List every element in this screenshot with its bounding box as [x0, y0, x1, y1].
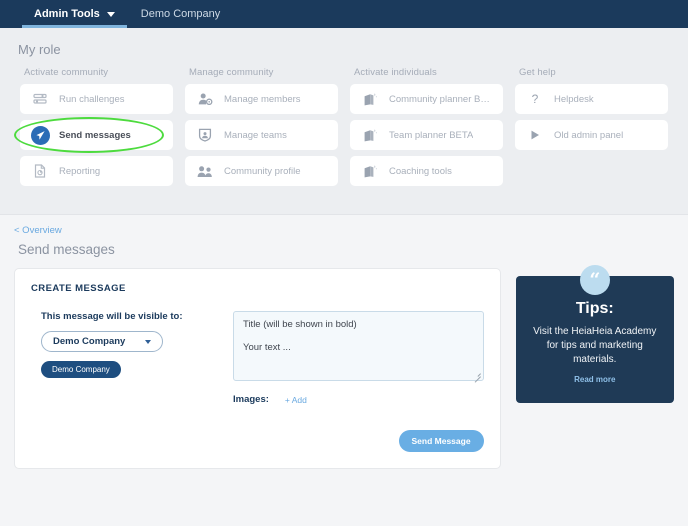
add-image-link[interactable]: + Add — [285, 395, 307, 405]
tile-label: Reporting — [59, 165, 101, 177]
send-message-icon — [30, 125, 50, 145]
tile-coaching-tools[interactable]: Coaching tools — [350, 156, 503, 186]
visible-to-label: This message will be visible to: — [41, 311, 183, 322]
role-column-activate-community: Activate community Run challenges Send m… — [14, 67, 179, 192]
my-role-panel: My role Activate community Run challenge… — [0, 28, 688, 215]
tile-community-planner[interactable]: Community planner BETA — [350, 84, 503, 114]
audience-section: This message will be visible to: Demo Co… — [31, 311, 211, 452]
tips-body-text: Visit the HeiaHeia Academy for tips and … — [533, 326, 657, 365]
chevron-down-icon — [145, 339, 151, 344]
tile-run-challenges[interactable]: Run challenges — [20, 84, 173, 114]
audience-dropdown-value: Demo Company — [53, 336, 126, 347]
role-columns-grid: Activate community Run challenges Send m… — [0, 67, 688, 192]
column-heading: Activate community — [24, 67, 109, 78]
tile-team-planner[interactable]: Team planner BETA — [350, 120, 503, 150]
images-label: Images: — [233, 394, 269, 405]
role-column-get-help: Get help ? Helpdesk Old admin panel — [509, 67, 674, 192]
tips-title: Tips: — [575, 300, 614, 317]
audience-chip-demo-company[interactable]: Demo Company — [41, 361, 121, 378]
role-column-manage-community: Manage community Manage members Manage t… — [179, 67, 344, 192]
tile-helpdesk[interactable]: ? Helpdesk — [515, 84, 668, 114]
audience-dropdown[interactable]: Demo Company — [41, 331, 163, 352]
create-message-heading: CREATE MESSAGE — [31, 283, 126, 294]
chevron-down-icon — [106, 11, 115, 17]
send-button-row: Send Message — [233, 430, 484, 452]
tile-label: Manage members — [224, 93, 301, 105]
svg-text:?: ? — [532, 92, 539, 106]
column-heading: Get help — [519, 67, 556, 78]
send-message-button[interactable]: Send Message — [398, 430, 484, 452]
two-people-icon — [195, 161, 215, 181]
create-message-body: This message will be visible to: Demo Co… — [31, 311, 484, 452]
top-navigation-bar: Admin Tools Demo Company — [0, 0, 688, 28]
planner-sparkle-icon — [360, 161, 380, 181]
textarea-resize-handle[interactable] — [473, 370, 481, 383]
my-role-title: My role — [18, 42, 61, 57]
planner-sparkle-icon — [360, 125, 380, 145]
tile-label: Coaching tools — [389, 165, 452, 177]
tile-label: Community planner BETA — [389, 93, 493, 105]
tile-label: Team planner BETA — [389, 129, 474, 141]
nav-tab-demo-company-label: Demo Company — [140, 8, 221, 20]
nav-tab-demo-company[interactable]: Demo Company — [127, 0, 232, 28]
tile-reporting[interactable]: Reporting — [20, 156, 173, 186]
tile-manage-teams[interactable]: Manage teams — [185, 120, 338, 150]
column-heading: Manage community — [189, 67, 274, 78]
tile-label: Send messages — [59, 129, 131, 141]
tile-manage-members[interactable]: Manage members — [185, 84, 338, 114]
images-row: Images: + Add — [233, 394, 484, 405]
quote-icon: “ — [579, 265, 610, 295]
nav-tab-admin-tools[interactable]: Admin Tools — [22, 0, 127, 28]
create-message-card: CREATE MESSAGE This message will be visi… — [14, 268, 501, 469]
tile-community-profile[interactable]: Community profile — [185, 156, 338, 186]
question-mark-icon: ? — [525, 89, 545, 109]
tips-card: Tips: Visit the HeiaHeia Academy for tip… — [515, 276, 674, 404]
page-title: Send messages — [18, 242, 115, 257]
team-shield-icon — [195, 125, 215, 145]
role-column-activate-individuals: Activate individuals Community planner B… — [344, 67, 509, 192]
tile-label: Old admin panel — [554, 129, 624, 141]
person-gear-icon — [195, 89, 215, 109]
message-body-placeholder: Your text ... — [243, 342, 291, 354]
content-row: CREATE MESSAGE This message will be visi… — [14, 265, 674, 469]
tile-send-messages[interactable]: Send messages — [14, 117, 173, 153]
message-title-placeholder: Title (will be shown in bold) — [243, 319, 357, 330]
play-triangle-icon — [525, 125, 545, 145]
report-document-icon — [30, 161, 50, 181]
send-messages-section: < Overview Send messages CREATE MESSAGE … — [0, 215, 688, 469]
breadcrumb-overview-link[interactable]: < Overview — [14, 225, 674, 236]
tips-panel: “ Tips: Visit the HeiaHeia Academy for t… — [515, 265, 674, 404]
tile-label: Manage teams — [224, 129, 287, 141]
tile-old-admin-panel[interactable]: Old admin panel — [515, 120, 668, 150]
tips-read-more-link[interactable]: Read more — [574, 375, 615, 384]
message-textarea[interactable]: Title (will be shown in bold) Your text … — [233, 311, 484, 383]
tile-label: Helpdesk — [554, 93, 594, 105]
tile-label: Community profile — [224, 165, 301, 177]
tile-label: Run challenges — [59, 93, 125, 105]
column-heading: Activate individuals — [354, 67, 437, 78]
message-section: Title (will be shown in bold) Your text … — [233, 311, 484, 452]
planner-sparkle-icon — [360, 89, 380, 109]
sliders-icon — [30, 89, 50, 109]
nav-tab-admin-tools-label: Admin Tools — [34, 8, 100, 20]
